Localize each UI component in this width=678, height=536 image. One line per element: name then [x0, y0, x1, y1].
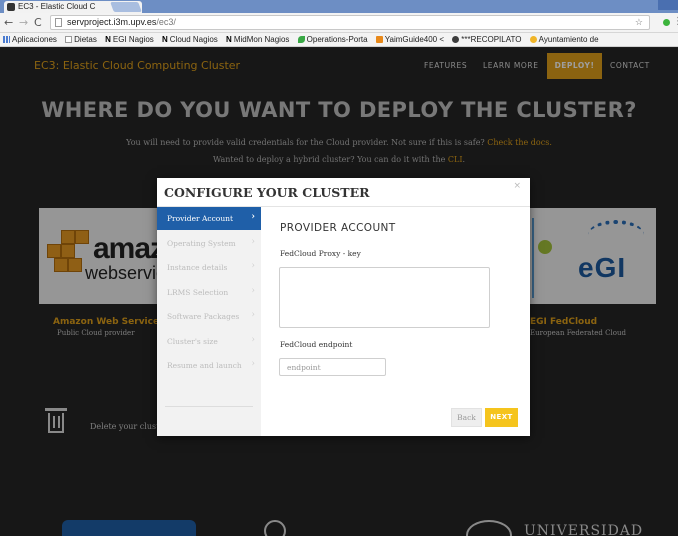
bookmark-item[interactable]: Ayuntamiento de	[527, 33, 602, 44]
next-button[interactable]: NEXT	[485, 408, 518, 427]
menu-icon[interactable]: ⋮	[673, 16, 678, 27]
bookmark-label: Dietas	[74, 35, 97, 44]
chevron-right-icon: ›	[251, 212, 255, 222]
nagios-icon: N	[226, 35, 232, 44]
bookmark-label: Cloud Nagios	[169, 35, 218, 44]
proxy-key-label: FedCloud Proxy - key	[280, 249, 361, 258]
chevron-right-icon: ›	[251, 237, 255, 247]
yellow-icon	[529, 36, 537, 43]
url-host: servproject.i3m.upv.es	[67, 17, 157, 27]
chevron-right-icon: ›	[251, 359, 255, 369]
step-provider-account[interactable]: Provider Account ›	[157, 207, 261, 230]
tab-title: EC3 - Elastic Cloud C	[18, 2, 96, 11]
endpoint-input[interactable]	[279, 358, 386, 376]
close-icon[interactable]: ×	[513, 181, 521, 191]
window-control[interactable]	[658, 0, 678, 10]
nagios-icon: N	[105, 35, 111, 44]
bookmark-label: Operations-Porta	[306, 35, 368, 44]
reload-icon[interactable]: C	[34, 16, 42, 29]
bookmark-label: EGI Nagios	[112, 35, 154, 44]
bookmark-item[interactable]: ***RECOPILATO	[449, 33, 524, 44]
back-button[interactable]: Back	[451, 408, 482, 427]
panel-title: PROVIDER ACCOUNT	[280, 222, 396, 234]
bookmark-item[interactable]: Aplicaciones	[0, 33, 60, 44]
endpoint-label: FedCloud endpoint	[280, 340, 353, 349]
step-cluster-size[interactable]: Cluster's size ›	[157, 330, 261, 353]
step-lrms-selection[interactable]: LRMS Selection ›	[157, 281, 261, 304]
configure-cluster-modal: CONFIGURE YOUR CLUSTER × Provider Accoun…	[157, 178, 530, 436]
bookmark-item[interactable]: Operations-Porta	[295, 33, 371, 44]
bookmark-label: Ayuntamiento de	[538, 35, 599, 44]
step-resume-launch[interactable]: Resume and launch ›	[157, 354, 261, 377]
step-label: Provider Account	[167, 214, 233, 223]
step-instance-details[interactable]: Instance details ›	[157, 256, 261, 279]
leaf-icon	[297, 36, 305, 43]
forward-arrow-icon[interactable]: →	[19, 16, 28, 29]
bookmark-item[interactable]: N MidMon Nagios	[223, 33, 292, 44]
bookmark-label: MidMon Nagios	[233, 35, 290, 44]
chevron-right-icon: ›	[251, 310, 255, 320]
browser-toolbar: ← → C servproject.i3m.upv.es/ec3/ ☆ ⋮	[0, 13, 678, 33]
proxy-key-textarea[interactable]	[279, 267, 490, 328]
step-label: Instance details	[167, 263, 228, 272]
address-bar[interactable]: servproject.i3m.upv.es/ec3/ ☆	[50, 15, 650, 30]
doc-icon	[65, 36, 73, 43]
step-label: LRMS Selection	[167, 288, 229, 297]
favicon-icon	[7, 3, 15, 11]
url-path: /ec3/	[156, 17, 176, 27]
step-operating-system[interactable]: Operating System ›	[157, 232, 261, 255]
wizard-steps: Provider Account › Operating System › In…	[157, 207, 261, 436]
step-label: Resume and launch	[167, 361, 242, 370]
modal-title: CONFIGURE YOUR CLUSTER	[164, 185, 370, 200]
bookmark-item[interactable]: N EGI Nagios	[102, 33, 157, 44]
new-tab-button[interactable]	[110, 2, 142, 12]
bookmark-label: YaimGuide400 <	[384, 35, 445, 44]
orange-icon	[375, 36, 383, 43]
bookmark-item[interactable]: YaimGuide400 <	[373, 33, 447, 44]
browser-tabstrip: EC3 - Elastic Cloud C ×	[0, 0, 678, 13]
globe-icon	[452, 36, 460, 43]
extension-icon[interactable]	[663, 19, 670, 26]
bookmark-label: ***RECOPILATO	[461, 35, 522, 44]
step-label: Operating System	[167, 239, 236, 248]
page: EC3: Elastic Cloud Computing Cluster FEA…	[0, 48, 678, 536]
bookmarks-bar: Aplicaciones Dietas N EGI Nagios N Cloud N…	[0, 33, 678, 47]
bookmark-item[interactable]: Dietas	[62, 33, 100, 44]
chevron-right-icon: ›	[251, 335, 255, 345]
apps-icon	[3, 36, 10, 43]
chevron-right-icon: ›	[251, 286, 255, 296]
step-software-packages[interactable]: Software Packages ›	[157, 305, 261, 328]
nagios-icon: N	[162, 35, 168, 44]
step-label: Software Packages	[167, 312, 240, 321]
bookmark-star-icon[interactable]: ☆	[635, 17, 643, 28]
bookmark-item[interactable]: N Cloud Nagios	[159, 33, 221, 44]
wizard-divider	[165, 406, 253, 407]
bookmark-label: Aplicaciones	[12, 35, 57, 44]
chevron-right-icon: ›	[251, 261, 255, 271]
page-icon	[55, 18, 62, 27]
step-label: Cluster's size	[167, 337, 218, 346]
back-arrow-icon[interactable]: ←	[4, 16, 13, 29]
